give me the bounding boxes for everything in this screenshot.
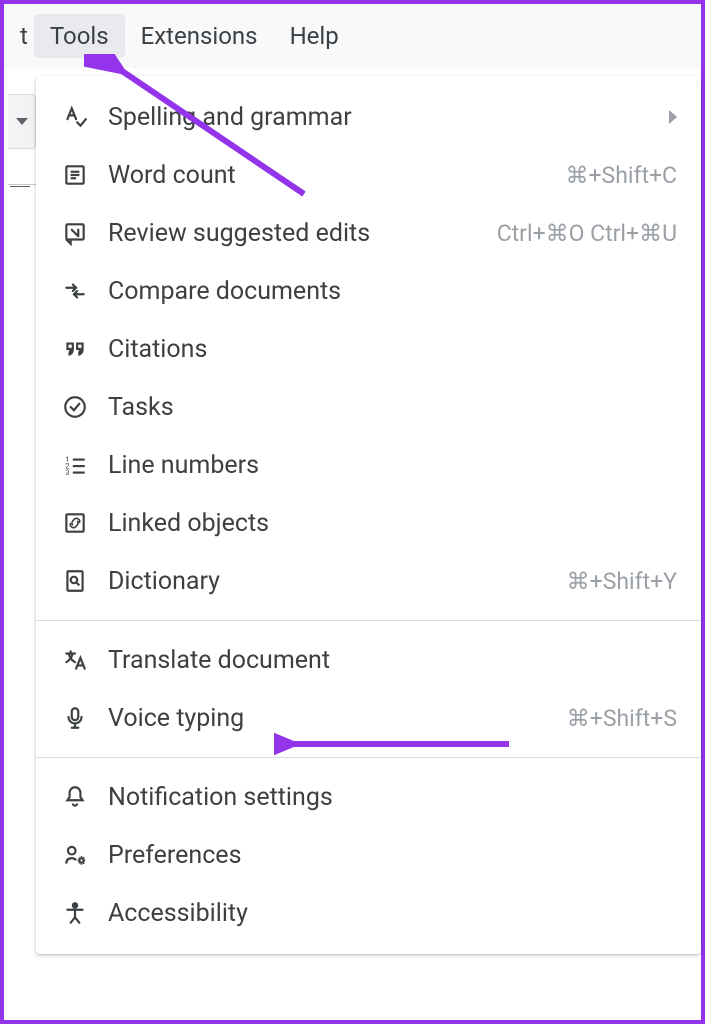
- menu-review-edits[interactable]: Review suggested edits Ctrl+⌘O Ctrl+⌘U: [36, 204, 701, 262]
- menu-linked-objects[interactable]: Linked objects: [36, 494, 701, 552]
- citations-icon: [60, 334, 90, 364]
- dictionary-icon: [60, 566, 90, 596]
- review-edits-icon: [60, 218, 90, 248]
- menu-shortcut: Ctrl+⌘O Ctrl+⌘U: [497, 220, 677, 247]
- ruler-tick: [10, 186, 30, 187]
- menu-shortcut: ⌘+Shift+Y: [567, 568, 677, 595]
- tools-menu-panel: Spelling and grammar Word count ⌘+Shift+…: [36, 76, 701, 954]
- menu-notification-settings[interactable]: Notification settings: [36, 768, 701, 826]
- menu-label: Notification settings: [108, 783, 677, 812]
- accessibility-icon: [60, 898, 90, 928]
- translate-icon: [60, 645, 90, 675]
- menu-compare-documents[interactable]: Compare documents: [36, 262, 701, 320]
- menu-label: Translate document: [108, 646, 677, 675]
- ruler-fragment: [8, 184, 36, 208]
- menubar-tools[interactable]: Tools: [34, 14, 125, 58]
- menu-label: Preferences: [108, 841, 677, 870]
- menu-label: Dictionary: [108, 567, 549, 596]
- menu-divider: [36, 620, 701, 621]
- menu-word-count[interactable]: Word count ⌘+Shift+C: [36, 146, 701, 204]
- menu-label: Word count: [108, 161, 547, 190]
- menu-label: Compare documents: [108, 277, 677, 306]
- menu-label: Linked objects: [108, 509, 677, 538]
- menu-tasks[interactable]: Tasks: [36, 378, 701, 436]
- word-count-icon: [60, 160, 90, 190]
- menu-label: Accessibility: [108, 899, 677, 928]
- linked-objects-icon: [60, 508, 90, 538]
- menu-voice-typing[interactable]: Voice typing ⌘+Shift+S: [36, 689, 701, 747]
- menu-label: Voice typing: [108, 704, 549, 733]
- menu-shortcut: ⌘+Shift+S: [567, 705, 677, 732]
- menu-divider: [36, 757, 701, 758]
- menu-dictionary[interactable]: Dictionary ⌘+Shift+Y: [36, 552, 701, 610]
- menu-accessibility[interactable]: Accessibility: [36, 884, 701, 942]
- submenu-arrow-icon: [669, 110, 677, 124]
- menu-preferences[interactable]: Preferences: [36, 826, 701, 884]
- menubar-extensions[interactable]: Extensions: [125, 14, 274, 58]
- spelling-icon: [60, 102, 90, 132]
- menu-spelling-grammar[interactable]: Spelling and grammar: [36, 88, 701, 146]
- caret-down-icon: [16, 118, 28, 125]
- compare-icon: [60, 276, 90, 306]
- menubar-truncated-text: t: [14, 22, 34, 50]
- line-numbers-icon: 123: [60, 450, 90, 480]
- menu-label: Spelling and grammar: [108, 103, 651, 132]
- menu-label: Line numbers: [108, 451, 677, 480]
- tasks-icon: [60, 392, 90, 422]
- bell-icon: [60, 782, 90, 812]
- preferences-icon: [60, 840, 90, 870]
- menubar: t Tools Extensions Help: [4, 4, 701, 68]
- menu-shortcut: ⌘+Shift+C: [565, 162, 677, 189]
- toolbar-dropdown-fragment[interactable]: [8, 94, 36, 149]
- menu-translate[interactable]: Translate document: [36, 631, 701, 689]
- menu-label: Tasks: [108, 393, 677, 422]
- menu-citations[interactable]: Citations: [36, 320, 701, 378]
- menu-label: Review suggested edits: [108, 219, 479, 248]
- menu-label: Citations: [108, 335, 677, 364]
- menubar-help[interactable]: Help: [274, 14, 355, 58]
- svg-text:3: 3: [65, 468, 69, 477]
- menu-line-numbers[interactable]: 123 Line numbers: [36, 436, 701, 494]
- microphone-icon: [60, 703, 90, 733]
